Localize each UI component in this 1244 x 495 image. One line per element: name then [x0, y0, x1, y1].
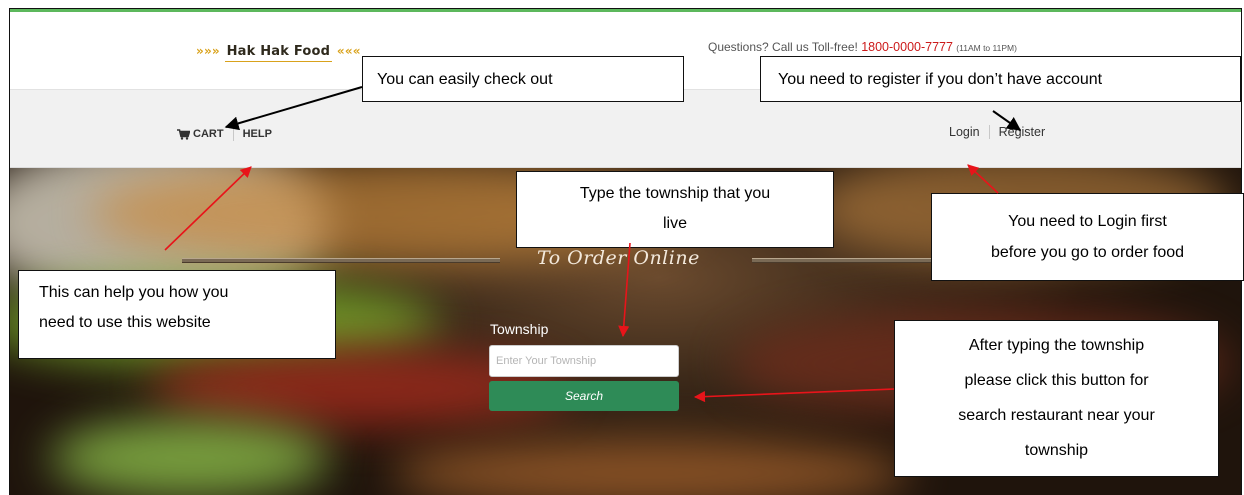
logo-text: Hak Hak Food — [224, 44, 333, 62]
township-label: Township — [490, 321, 549, 337]
site-logo[interactable]: »»» Hak Hak Food ««« — [196, 44, 361, 62]
callout-login: You need to Login first before you go to… — [931, 193, 1244, 281]
nav-left-links: CART HELP — [177, 127, 272, 141]
callout-search-line4: township — [1024, 442, 1089, 459]
callout-checkout: You can easily check out — [362, 56, 684, 102]
callout-help-line2: need to use this website — [39, 314, 211, 331]
nav-divider — [988, 125, 990, 139]
contact-info: Questions? Call us Toll-free! 1800-0000-… — [708, 40, 1017, 54]
callout-register: You need to register if you don’t have a… — [760, 56, 1241, 102]
title-rule-left — [182, 258, 500, 263]
contact-prefix: Questions? Call us Toll-free! — [708, 40, 858, 54]
callout-register-text: You need to register if you don’t have a… — [778, 71, 1103, 88]
logo-decoration-left: »»» — [196, 44, 220, 58]
callout-help-line1: This can help you how you — [39, 284, 229, 301]
search-button[interactable]: Search — [489, 381, 679, 411]
callout-search: After typing the township please click t… — [894, 320, 1219, 477]
callout-checkout-text: You can easily check out — [377, 71, 553, 88]
nav-divider — [232, 127, 234, 141]
phone-number[interactable]: 1800-0000-7777 — [861, 40, 953, 54]
callout-search-line1: After typing the township — [968, 337, 1145, 354]
township-input[interactable] — [489, 345, 679, 377]
logo-decoration-right: ««« — [336, 44, 361, 58]
service-hours: (11AM to 11PM) — [956, 43, 1017, 53]
nav-right-links: Login Register — [949, 125, 1045, 139]
register-link[interactable]: Register — [999, 125, 1046, 139]
callout-help: This can help you how you need to use th… — [18, 270, 336, 359]
cart-icon — [177, 128, 190, 140]
callout-township: Type the township that you live — [516, 171, 834, 248]
callout-search-line2: please click this button for — [964, 372, 1149, 389]
cart-label: CART — [193, 128, 224, 140]
login-link[interactable]: Login — [949, 125, 980, 139]
hero-title: To Order Online — [537, 247, 700, 269]
callout-login-line1: You need to Login first — [1008, 213, 1167, 230]
hero-blur-bottom-bun — [390, 438, 910, 495]
callout-search-line3: search restaurant near your — [958, 407, 1155, 424]
callout-township-line2: live — [662, 215, 687, 232]
help-link[interactable]: HELP — [243, 128, 272, 140]
cart-link[interactable]: CART — [177, 128, 224, 140]
callout-login-line2: before you go to order food — [990, 244, 1185, 261]
hero-blur-cucumber — [50, 418, 330, 495]
callout-township-line1: Type the township that you — [579, 185, 771, 202]
